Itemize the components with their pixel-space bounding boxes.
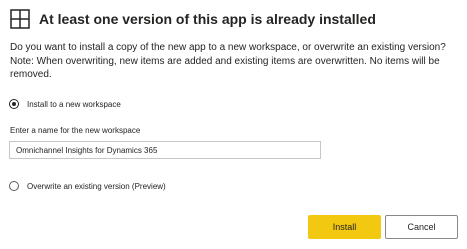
description-question: Do you want to install a copy of the new… [10, 42, 446, 53]
install-app-dialog: At least one version of this app is alre… [0, 0, 467, 249]
dialog-description: Do you want to install a copy of the new… [10, 41, 458, 82]
radio-label-new-workspace[interactable]: Install to a new workspace [27, 100, 121, 109]
app-grid-icon [10, 9, 30, 29]
radio-label-overwrite[interactable]: Overwrite an existing version (Preview) [27, 182, 166, 191]
cancel-button[interactable]: Cancel [385, 215, 458, 239]
radio-option-new-workspace[interactable]: Install to a new workspace [9, 98, 121, 110]
radio-button-overwrite[interactable] [9, 181, 19, 191]
radio-button-new-workspace[interactable] [9, 99, 19, 109]
install-button[interactable]: Install [308, 215, 381, 239]
workspace-name-label: Enter a name for the new workspace [10, 126, 141, 135]
description-note: Note: When overwriting, new items are ad… [10, 55, 440, 81]
dialog-header: At least one version of this app is alre… [10, 9, 376, 29]
workspace-name-input[interactable] [9, 141, 321, 159]
radio-option-overwrite[interactable]: Overwrite an existing version (Preview) [9, 180, 166, 192]
dialog-title: At least one version of this app is alre… [39, 11, 376, 27]
